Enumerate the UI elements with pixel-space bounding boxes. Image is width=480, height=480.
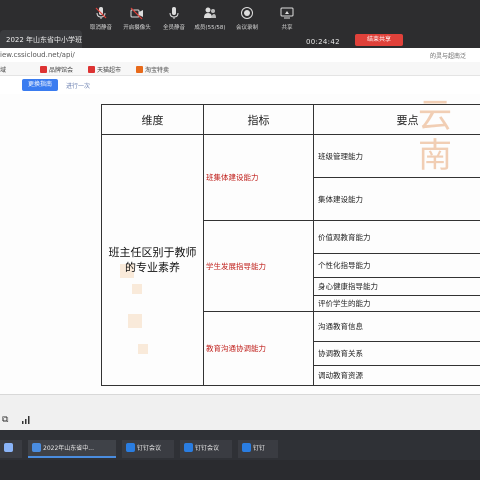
page-action-row: 更换指南 进行一次 xyxy=(0,76,480,94)
windows-icon xyxy=(4,443,13,452)
dimension-cell: 班主任区别于教师的专业素养 xyxy=(101,134,204,386)
dingtalk-icon xyxy=(126,443,135,452)
address-bar[interactable]: iew.cssicloud.net/api/ 的灵与超南泛 xyxy=(0,48,480,62)
url-text: iew.cssicloud.net/api/ xyxy=(0,51,75,59)
dingtalk-icon xyxy=(242,443,251,452)
screen-bottom-edge xyxy=(0,460,480,480)
unmute-label: 取消静音 xyxy=(89,25,112,31)
dingtalk-icon xyxy=(184,443,193,452)
microphone-icon xyxy=(95,7,107,19)
share-screen-label: 共享 xyxy=(281,25,293,31)
bookmark-item[interactable]: 天猫超市 xyxy=(88,65,121,74)
end-share-button[interactable]: 结束共享 xyxy=(355,34,403,46)
bookmark-icon xyxy=(40,66,47,73)
literacy-table: 维度 指标 要点 班主任区别于教师的专业素养 班集体建设能力 班级管理能力 集体… xyxy=(101,104,480,386)
members-icon xyxy=(204,7,216,18)
point-cell: 沟通教育信息 xyxy=(313,311,480,342)
signal-icon xyxy=(22,415,31,427)
share-screen-button[interactable]: 共享 xyxy=(270,6,304,31)
point-cell: 身心健康指导能力 xyxy=(313,277,480,296)
point-cell: 评价学生的能力 xyxy=(313,295,480,312)
primary-action-button[interactable]: 更换指南 xyxy=(22,79,58,91)
bookmark-item[interactable]: 域 xyxy=(0,65,6,74)
point-cell: 调动教育资源 xyxy=(313,365,480,386)
record-button[interactable]: 会议录制 xyxy=(230,6,264,31)
camera-label: 开启摄像头 xyxy=(123,25,151,31)
indicator-cell: 学生发展指导能力 xyxy=(203,220,314,312)
point-cell: 个性化指导能力 xyxy=(313,253,480,278)
header-dimension: 维度 xyxy=(101,104,204,135)
record-icon xyxy=(241,7,253,19)
members-button[interactable]: 成员(55/58) xyxy=(193,6,227,31)
header-indicator: 指标 xyxy=(203,104,314,135)
taskbar-item[interactable]: 2022年山东省中... xyxy=(28,440,116,458)
indicator-cell: 教育沟通协调能力 xyxy=(203,311,314,386)
bookmark-item[interactable]: 品牌馆会 xyxy=(40,65,73,74)
table-header-row: 维度 指标 要点 xyxy=(101,104,480,135)
browser-tab[interactable]: 2022 年山东省中小学班主任 xyxy=(0,30,82,48)
unmute-button[interactable]: 取消静音 xyxy=(84,6,118,31)
sharing-control-bar: ⧉ xyxy=(0,394,480,430)
indicator-cell: 班集体建设能力 xyxy=(203,134,314,221)
address-bar-right-text: 的灵与超南泛 xyxy=(429,53,466,60)
mute-all-label: 全员静音 xyxy=(162,25,185,31)
browser-chrome: iew.cssicloud.net/api/ 的灵与超南泛 域 品牌馆会 天猫超… xyxy=(0,48,480,94)
mute-all-icon xyxy=(169,7,179,19)
point-cell: 协调教育关系 xyxy=(313,341,480,366)
members-label: 成员(55/58) xyxy=(194,25,226,31)
taskbar-item[interactable]: 钉钉会议 xyxy=(122,440,174,458)
browser-icon xyxy=(32,443,41,452)
document-view: 云南 维度 指标 要点 班主任区别于教师的专业素养 班集体建设能力 班级管理能力… xyxy=(0,94,480,394)
start-button[interactable] xyxy=(0,440,22,458)
record-label: 会议录制 xyxy=(235,25,258,31)
point-cell: 班级管理能力 xyxy=(313,134,480,178)
bookmark-icon xyxy=(136,66,143,73)
secondary-action-link[interactable]: 进行一次 xyxy=(66,81,90,90)
bookmark-icon xyxy=(88,66,95,73)
meeting-toolbar: 2022 年山东省中小学班主任 取消静音 开启摄像头 全员静音 成员(55/58… xyxy=(0,0,480,48)
taskbar: 2022年山东省中... 钉钉会议 钉钉会议 钉钉 xyxy=(0,430,480,460)
bookmarks-bar: 域 品牌馆会 天猫超市 淘宝特卖 xyxy=(0,62,480,76)
header-points: 要点 xyxy=(313,104,480,135)
camera-icon xyxy=(130,7,143,20)
point-cell: 价值观教育能力 xyxy=(313,220,480,254)
share-screen-icon xyxy=(280,7,294,19)
copy-icon[interactable]: ⧉ xyxy=(2,415,8,425)
mute-all-button[interactable]: 全员静音 xyxy=(157,6,191,31)
taskbar-item[interactable]: 钉钉 xyxy=(238,440,278,458)
table-row: 班主任区别于教师的专业素养 班集体建设能力 班级管理能力 xyxy=(101,134,480,386)
bookmark-item[interactable]: 淘宝特卖 xyxy=(136,65,169,74)
camera-button[interactable]: 开启摄像头 xyxy=(120,6,154,31)
point-cell: 集体建设能力 xyxy=(313,177,480,221)
taskbar-item[interactable]: 钉钉会议 xyxy=(180,440,232,458)
meeting-timer: 00:24:42 xyxy=(306,38,340,46)
